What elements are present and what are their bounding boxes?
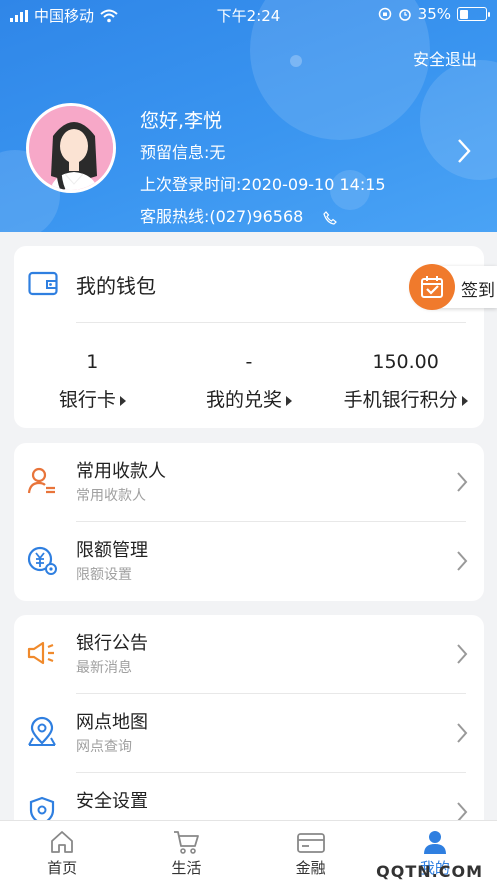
menu-item-title: 常用收款人 [76, 461, 166, 482]
menu-item-subtitle: 常用收款人 [76, 488, 146, 504]
logout-button[interactable]: 安全退出 [413, 46, 477, 70]
signin-button[interactable]: 签到 [409, 264, 497, 310]
menu-item-branch-map[interactable]: 网点地图 网点查询 [14, 694, 484, 773]
watermark-text: QQTN.COM [376, 862, 483, 881]
menu-group-services: 银行公告 最新消息 网点地图 网点查询 安全设置 [14, 615, 484, 855]
tab-life[interactable]: 生活 [124, 821, 248, 883]
stat-label: 银行卡 [58, 389, 116, 411]
wallet-stat-bank-card[interactable]: 1 银行卡 [14, 346, 171, 422]
payee-icon [27, 467, 55, 494]
wallet-title: 我的钱包 [76, 274, 156, 298]
stat-value: 1 [86, 351, 99, 373]
tab-home[interactable]: 首页 [0, 821, 124, 883]
chevron-right-icon [457, 472, 468, 492]
megaphone-icon [27, 641, 54, 665]
card-icon [296, 833, 325, 853]
map-pin-icon [28, 716, 56, 746]
page: 中国移动 下午2:24 35% 安全退出 您好,李悦 预留信息:无 上次登录时间… [0, 0, 497, 883]
home-icon [51, 831, 74, 853]
hotline-row[interactable]: 客服热线:(027)96568 [140, 201, 386, 232]
alarm-icon [398, 9, 411, 21]
menu-item-title: 限额管理 [76, 540, 148, 561]
avatar-illustration [29, 106, 113, 190]
profile-header: 中国移动 下午2:24 35% 安全退出 您好,李悦 预留信息:无 上次登录时间… [0, 0, 497, 232]
wallet-divider [76, 322, 466, 323]
menu-item-limit[interactable]: 限额管理 限额设置 [14, 522, 484, 601]
stat-label: 手机银行积分 [343, 389, 458, 411]
battery-percent: 35% [417, 5, 451, 23]
caret-right-icon [285, 395, 292, 406]
tab-finance[interactable]: 金融 [249, 821, 373, 883]
reserved-info-text: 预留信息:无 [140, 143, 226, 162]
tab-label: 生活 [171, 859, 202, 877]
menu-item-subtitle: 网点查询 [76, 739, 132, 755]
caret-right-icon [119, 395, 126, 406]
phone-icon [323, 210, 338, 225]
profile-info: 您好,李悦 预留信息:无 上次登录时间:2020-09-10 14:15 客服热… [140, 105, 386, 232]
stat-value: 150.00 [372, 351, 439, 373]
menu-item-title: 银行公告 [76, 633, 148, 654]
cart-icon [174, 831, 200, 854]
battery-icon [457, 7, 490, 21]
menu-item-payee[interactable]: 常用收款人 常用收款人 [14, 443, 484, 522]
user-icon [423, 831, 446, 854]
stat-value: - [245, 351, 253, 373]
menu-item-announcement[interactable]: 银行公告 最新消息 [14, 615, 484, 694]
menu-item-title: 网点地图 [76, 712, 148, 733]
status-bar: 中国移动 下午2:24 35% [0, 0, 497, 28]
menu-item-subtitle: 最新消息 [76, 660, 132, 676]
calendar-check-icon [409, 264, 455, 310]
limit-icon [27, 546, 57, 575]
chevron-right-icon [457, 723, 468, 743]
chevron-right-icon [457, 551, 468, 571]
rotation-lock-icon [378, 7, 391, 21]
last-login-text: 上次登录时间:2020-09-10 14:15 [140, 175, 386, 194]
caret-right-icon [461, 395, 468, 406]
menu-item-title: 安全设置 [76, 791, 148, 812]
wallet-icon [28, 271, 58, 296]
hotline-text: 客服热线:(027)96568 [140, 207, 304, 226]
wallet-stats: 1 银行卡 - 我的兑奖 150.00 手机银行积分 [14, 346, 484, 422]
signin-label: 签到 [461, 281, 495, 301]
menu-item-subtitle: 限额设置 [76, 567, 132, 583]
tab-label: 金融 [295, 859, 326, 877]
wallet-stat-points[interactable]: 150.00 手机银行积分 [327, 346, 484, 422]
tab-label: 首页 [47, 859, 78, 877]
chevron-right-icon [457, 644, 468, 664]
menu-group-account: 常用收款人 常用收款人 限额管理 限额设置 [14, 443, 484, 601]
avatar[interactable] [26, 103, 116, 193]
greeting-text: 您好,李悦 [140, 110, 223, 132]
profile-chevron-icon[interactable] [457, 138, 471, 164]
stat-label: 我的兑奖 [205, 389, 282, 411]
wallet-stat-prize[interactable]: - 我的兑奖 [171, 346, 328, 422]
